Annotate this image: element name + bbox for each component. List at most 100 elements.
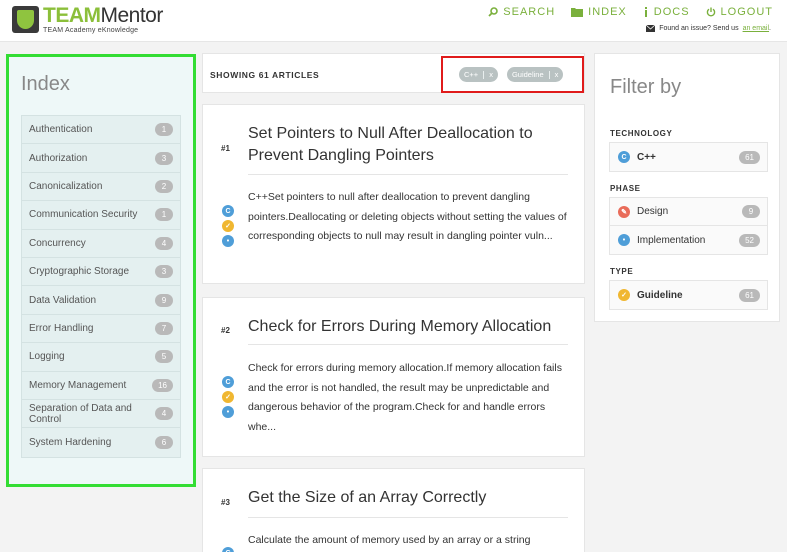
index-item-label: Data Validation: [29, 294, 97, 306]
count-badge: 3: [155, 265, 173, 279]
index-item-logging[interactable]: Logging 5: [22, 343, 180, 372]
index-item-authentication[interactable]: Authentication 1: [22, 116, 180, 145]
article-card: #1 Set Pointers to Null After Deallocati…: [202, 104, 585, 284]
nav-docs[interactable]: DOCS: [643, 6, 690, 18]
issue-notice: Found an issue? Send us an email.: [646, 25, 771, 32]
filter-item-cpp[interactable]: C C++ 61: [610, 143, 767, 171]
index-item-label: Memory Management: [29, 379, 127, 391]
implementation-icon: •: [222, 406, 234, 418]
remove-filter-icon[interactable]: x: [489, 70, 493, 79]
cpp-icon: C: [222, 376, 234, 388]
index-item-label: Error Handling: [29, 322, 94, 334]
implementation-icon: •: [222, 235, 234, 247]
results-count: SHOWING 61 ARTICLES: [210, 70, 320, 80]
filter-item-label: C++: [637, 151, 656, 163]
count-badge: 5: [155, 350, 173, 364]
count-badge: 52: [739, 233, 760, 247]
count-badge: 16: [152, 378, 173, 392]
article-tags: C: [222, 547, 234, 552]
index-item-label: Cryptographic Storage: [29, 266, 130, 278]
active-filters: C++ x Guideline x: [441, 56, 584, 93]
remove-filter-icon[interactable]: x: [555, 70, 559, 79]
filter-list-type: ✓ Guideline 61: [609, 280, 768, 310]
index-list: Authentication 1 Authorization 3 Canonical…: [21, 115, 181, 458]
divider: [248, 344, 568, 345]
filter-group-technology: TECHNOLOGY: [610, 129, 673, 138]
article-card: #3 Get the Size of an Array Correctly C …: [202, 468, 585, 552]
article-number: #1: [221, 144, 230, 153]
index-item-label: Logging: [29, 351, 65, 363]
nav-index[interactable]: INDEX: [571, 6, 627, 18]
chip-label: C++: [464, 70, 479, 79]
filter-list-technology: C C++ 61: [609, 142, 768, 172]
index-item-label: Concurrency: [29, 237, 86, 249]
article-number: #2: [221, 326, 230, 335]
email-link[interactable]: an email: [743, 25, 769, 32]
index-item-concurrency[interactable]: Concurrency 4: [22, 230, 180, 258]
article-description: C++Set pointers to null after deallocati…: [248, 191, 567, 242]
count-badge: 4: [155, 236, 173, 250]
info-icon: [644, 7, 647, 17]
article-tags: C ✓ •: [222, 376, 234, 418]
count-badge: 61: [739, 150, 760, 164]
nav-logout[interactable]: LOGOUT: [706, 6, 773, 18]
article-number: #3: [221, 498, 230, 507]
index-item-canonicalization[interactable]: Canonicalization 2: [22, 173, 180, 202]
active-filter-chip[interactable]: C++ x: [459, 67, 498, 82]
filter-panel: Filter by TECHNOLOGY C C++ 61 PHASE ✎ De…: [594, 53, 780, 322]
guideline-icon: ✓: [618, 289, 630, 301]
filter-title: Filter by: [610, 76, 682, 98]
index-item-memory-management[interactable]: Memory Management 16: [22, 372, 180, 400]
count-badge: 1: [155, 123, 173, 137]
divider: [248, 174, 568, 175]
results-bar: SHOWING 61 ARTICLES C++ x Guideline x: [202, 53, 585, 93]
nav-index-label: INDEX: [588, 6, 627, 18]
top-nav: SEARCH INDEX DOCS LOGOUT: [488, 6, 773, 18]
index-item-cryptographic-storage[interactable]: Cryptographic Storage 3: [22, 258, 180, 287]
logo-shield-icon: [12, 6, 39, 33]
index-item-system-hardening[interactable]: System Hardening 6: [22, 428, 180, 456]
filter-item-label: Guideline: [637, 289, 683, 301]
index-panel: Index Authentication 1 Authorization 3 Can…: [6, 54, 196, 487]
chip-divider: [548, 70, 550, 79]
cpp-icon: C: [222, 205, 234, 217]
index-item-communication-security[interactable]: Communication Security 1: [22, 201, 180, 230]
envelope-icon: [646, 25, 656, 32]
count-badge: 9: [155, 293, 173, 307]
article-title[interactable]: Set Pointers to Null After Deallocation …: [248, 123, 568, 167]
article-description: Calculate the amount of memory used by a…: [248, 534, 531, 546]
count-badge: 7: [155, 321, 173, 335]
filter-item-implementation[interactable]: • Implementation 52: [610, 226, 767, 254]
cpp-icon: C: [222, 547, 234, 552]
count-badge: 61: [739, 288, 760, 302]
cpp-icon: C: [618, 151, 630, 163]
article-title[interactable]: Check for Errors During Memory Allocatio…: [248, 316, 568, 338]
count-badge: 1: [155, 208, 173, 222]
count-badge: 4: [155, 407, 173, 421]
article-tags: C ✓ •: [222, 205, 234, 247]
index-item-authorization[interactable]: Authorization 3: [22, 144, 180, 173]
team-mentor-logo[interactable]: TEAMMentor TEAM Academy eKnowledge: [12, 5, 163, 34]
filter-item-design[interactable]: ✎ Design 9: [610, 198, 767, 226]
nav-search[interactable]: SEARCH: [488, 6, 555, 18]
search-icon: [488, 7, 499, 17]
article-title[interactable]: Get the Size of an Array Correctly: [248, 487, 568, 509]
logo-brand: TEAM: [43, 4, 101, 27]
filter-group-phase: PHASE: [610, 184, 641, 193]
index-item-label: Authorization: [29, 152, 88, 164]
index-item-separation-of-data-and-control[interactable]: Separation of Data and Control 4: [22, 400, 180, 429]
article-description: Check for errors during memory allocatio…: [248, 362, 562, 433]
top-header: TEAMMentor TEAM Academy eKnowledge SEARC…: [0, 0, 787, 42]
filter-group-type: TYPE: [610, 267, 634, 276]
count-badge: 9: [742, 205, 760, 218]
issue-end: .: [769, 25, 771, 32]
article-card: #2 Check for Errors During Memory Alloca…: [202, 297, 585, 457]
index-item-error-handling[interactable]: Error Handling 7: [22, 315, 180, 344]
active-filter-chip[interactable]: Guideline x: [506, 67, 564, 82]
index-item-data-validation[interactable]: Data Validation 9: [22, 286, 180, 315]
filter-list-phase: ✎ Design 9 • Implementation 52: [609, 197, 768, 255]
logo-subtitle: TEAM Academy eKnowledge: [43, 27, 139, 34]
filter-item-guideline[interactable]: ✓ Guideline 61: [610, 281, 767, 309]
index-item-label: Separation of Data and Control: [29, 402, 132, 425]
implementation-icon: •: [618, 234, 630, 246]
